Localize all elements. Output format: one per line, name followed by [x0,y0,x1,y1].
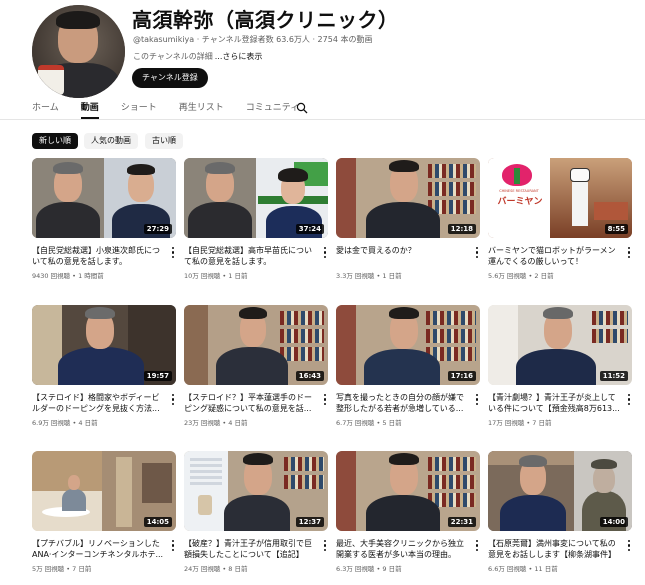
video-title[interactable]: 愛は金で買えるのか？ [336,245,468,267]
video-meta: 6.6万 回視聴 • 11 日前 [488,565,558,573]
video-meta: 6.3万 回視聴 • 9 日前 [336,565,402,573]
more-vert-icon[interactable] [626,540,632,554]
more-vert-icon[interactable] [170,540,176,554]
video-title[interactable]: 【破産？】青汁王子が信用取引で巨額損失したことについて【追記】 [184,538,316,560]
video-meta: 3.3万 回視聴 • 1 日前 [336,272,402,280]
tab-community[interactable]: コミュニティ [246,102,299,119]
video-title[interactable]: 【ステロイド】格闘家やボディービルダーのドーピングを見抜く方法... [32,392,164,414]
tab-playlists[interactable]: 再生リスト [179,102,224,119]
video-title[interactable]: 【自民党総裁選】小泉進次郎氏について私の意見を話します。 [32,245,164,267]
subscribe-button[interactable]: チャンネル登録 [132,68,208,88]
more-vert-icon[interactable] [626,247,632,261]
video-thumbnail[interactable]: 14:00 [488,451,632,531]
more-vert-icon[interactable] [170,247,176,261]
bamiyan-sub-text: CHINESE RESTAURANT [499,189,539,193]
video-meta: 23万 回視聴 • 4 日前 [184,419,248,427]
more-vert-icon[interactable] [474,394,480,408]
channel-description[interactable]: このチャンネルの詳細 ...さらに表示 [133,51,262,62]
more-vert-icon[interactable] [322,394,328,408]
video-meta: 6.9万 回視聴 • 4 日前 [32,419,98,427]
video-meta: 10万 回視聴 • 1 日前 [184,272,248,280]
search-icon[interactable] [296,102,308,114]
video-title[interactable]: 【自民党総裁選】高市早苗氏について私の意見を話します。 [184,245,316,267]
channel-meta: @takasumikiya · チャンネル登録者数 63.6万人 · 2754 … [133,35,373,44]
tab-shorts[interactable]: ショート [121,102,157,119]
video-duration: 14:00 [599,517,628,527]
tab-home[interactable]: ホーム [32,102,59,119]
video-duration: 14:05 [143,517,172,527]
video-duration: 11:52 [599,371,628,381]
more-vert-icon[interactable] [474,247,480,261]
channel-description-text: このチャンネルの詳細 [133,52,213,61]
chip-oldest[interactable]: 古い順 [145,133,183,149]
channel-name: 高須幹弥（高須クリニック） [132,8,399,32]
video-meta: 9430 回視聴 • 1 時間前 [32,272,104,280]
video-duration: 22:31 [447,517,476,527]
video-duration: 8:55 [604,224,628,234]
video-thumbnail[interactable]: 12:18 [336,158,480,238]
video-title[interactable]: 写真を撮ったときの自分の顔が嫌で整形したがる若者が急増している... [336,392,468,414]
video-thumbnail[interactable]: 37:24 [184,158,328,238]
video-title[interactable]: 【石原莞爾】満州事変について私の意見をお話しします【柳条湖事件】 [488,538,620,560]
bamiyan-logo-text: バーミヤン [497,197,543,207]
video-meta: 17万 回視聴 • 7 日前 [488,419,552,427]
video-title[interactable]: 【青汁劇場？】青汁王子が炎上している件について【預金残高8万613... [488,392,620,414]
video-duration: 12:37 [295,517,324,527]
video-thumbnail[interactable]: 19:57 [32,305,176,385]
video-meta: 5万 回視聴 • 7 日前 [32,565,92,573]
channel-tabs: ホーム 動画 ショート 再生リスト コミュニティ [32,102,321,119]
video-meta: 24万 回視聴 • 8 日前 [184,565,248,573]
video-meta: 6.7万 回視聴 • 5 日前 [336,419,402,427]
video-thumbnail[interactable]: 11:52 [488,305,632,385]
more-vert-icon[interactable] [170,394,176,408]
video-duration: 16:43 [295,371,324,381]
chip-popular[interactable]: 人気の動画 [84,133,138,149]
video-title[interactable]: 【プチバブル】リノベーションしたANA·インターコンチネンタルホテ... [32,538,164,560]
more-vert-icon[interactable] [626,394,632,408]
more-vert-icon[interactable] [322,540,328,554]
video-title[interactable]: バーミヤンで猫ロボットがラーメン運んでくるの厳しいって！ [488,245,620,267]
video-duration: 27:29 [143,224,172,234]
tab-videos[interactable]: 動画 [80,102,99,119]
video-title[interactable]: 【ステロイド？】平本蓮選手のドーピング疑惑について私の意見を話... [184,392,316,414]
video-duration: 17:16 [447,371,476,381]
video-meta: 5.6万 回視聴 • 2 日前 [488,272,554,280]
video-thumbnail[interactable]: 17:16 [336,305,480,385]
show-more-link[interactable]: ...さらに表示 [215,52,263,61]
video-duration: 19:57 [143,371,172,381]
video-thumbnail[interactable]: 12:37 [184,451,328,531]
video-title[interactable]: 最近、大手美容クリニックから独立開業する医者が多い本当の理由。 [336,538,468,560]
video-thumbnail[interactable]: 14:05 [32,451,176,531]
tabs-divider [0,119,645,120]
more-vert-icon[interactable] [474,540,480,554]
video-thumbnail[interactable]: 22:31 [336,451,480,531]
more-vert-icon[interactable] [322,247,328,261]
video-duration: 12:18 [447,224,476,234]
channel-avatar[interactable] [32,5,125,98]
video-thumbnail[interactable]: 16:43 [184,305,328,385]
video-thumbnail[interactable]: CHINESE RESTAURANT バーミヤン 8:55 [488,158,632,238]
video-duration: 37:24 [295,224,324,234]
chip-latest[interactable]: 新しい順 [32,133,78,149]
video-thumbnail[interactable]: 27:29 [32,158,176,238]
